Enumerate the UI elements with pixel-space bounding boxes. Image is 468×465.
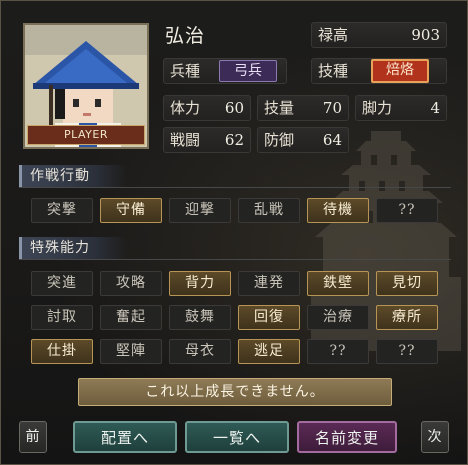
tech-badge: 焙烙 <box>371 59 429 83</box>
stat-combat-label: 戦闘 <box>170 131 201 149</box>
stat-skill-label: 技量 <box>264 99 295 117</box>
growth-message: これ以上成長できません。 <box>78 378 392 406</box>
ability-button[interactable]: 回復 <box>238 305 300 330</box>
ability-button[interactable]: 討取 <box>31 305 93 330</box>
tactic-button[interactable]: 突撃 <box>31 198 93 223</box>
stat-combat-value: 62 <box>224 131 244 149</box>
status-window: PLAYER 弘治 禄高 903 兵種 弓兵 技種 焙烙 体力 60 技量 70… <box>0 0 468 465</box>
ability-button[interactable]: 仕掛 <box>31 339 93 364</box>
stat-defense-label: 防御 <box>264 131 295 149</box>
ability-button[interactable]: ?? <box>376 339 438 364</box>
stat-skill: 技量 70 <box>257 95 349 121</box>
ability-button[interactable]: 治療 <box>307 305 369 330</box>
ability-button[interactable]: 奮起 <box>100 305 162 330</box>
stat-tech-label: 技種 <box>318 62 349 80</box>
tactic-button[interactable]: 乱戦 <box>238 198 300 223</box>
tactic-button[interactable]: 待機 <box>307 198 369 223</box>
next-button[interactable]: 次 <box>421 421 449 453</box>
ability-button[interactable]: 突進 <box>31 271 93 296</box>
tactics-divider <box>19 187 451 188</box>
ability-button[interactable]: 母衣 <box>169 339 231 364</box>
stat-hp: 体力 60 <box>163 95 251 121</box>
character-portrait: PLAYER <box>23 23 149 149</box>
stat-roku-value: 903 <box>411 26 440 44</box>
rename-button[interactable]: 名前変更 <box>297 421 397 453</box>
stat-leg-label: 脚力 <box>362 99 393 117</box>
ability-button[interactable]: 攻略 <box>100 271 162 296</box>
stat-defense: 防御 64 <box>257 127 349 153</box>
stat-combat: 戦闘 62 <box>163 127 251 153</box>
tactic-button[interactable]: ?? <box>376 198 438 223</box>
character-name: 弘治 <box>165 25 206 47</box>
stat-troop-label: 兵種 <box>170 62 201 80</box>
ability-button[interactable]: 療所 <box>376 305 438 330</box>
ability-button[interactable]: 逃足 <box>238 339 300 364</box>
stat-hp-value: 60 <box>224 99 244 117</box>
prev-button[interactable]: 前 <box>19 421 47 453</box>
stat-skill-value: 70 <box>322 99 342 117</box>
ability-button[interactable]: 鼓舞 <box>169 305 231 330</box>
stat-roku-label: 禄高 <box>318 26 349 44</box>
tactic-button[interactable]: 迎撃 <box>169 198 231 223</box>
stat-hp-label: 体力 <box>170 99 201 117</box>
ability-button[interactable]: ?? <box>307 339 369 364</box>
player-tag: PLAYER <box>27 125 145 145</box>
troop-badge: 弓兵 <box>219 60 277 82</box>
stat-roku: 禄高 903 <box>311 22 447 48</box>
stat-leg: 脚力 4 <box>355 95 447 121</box>
stat-leg-value: 4 <box>430 99 440 117</box>
abilities-title: 特殊能力 <box>19 237 127 259</box>
ability-button[interactable]: 鉄壁 <box>307 271 369 296</box>
tactic-button[interactable]: 守備 <box>100 198 162 223</box>
list-button[interactable]: 一覧へ <box>185 421 289 453</box>
ability-button[interactable]: 連発 <box>238 271 300 296</box>
deploy-button[interactable]: 配置へ <box>73 421 177 453</box>
stat-defense-value: 64 <box>322 131 342 149</box>
ability-button[interactable]: 背力 <box>169 271 231 296</box>
ability-button[interactable]: 堅陣 <box>100 339 162 364</box>
ability-button[interactable]: 見切 <box>376 271 438 296</box>
abilities-divider <box>19 259 451 260</box>
tactics-title: 作戦行動 <box>19 165 127 187</box>
